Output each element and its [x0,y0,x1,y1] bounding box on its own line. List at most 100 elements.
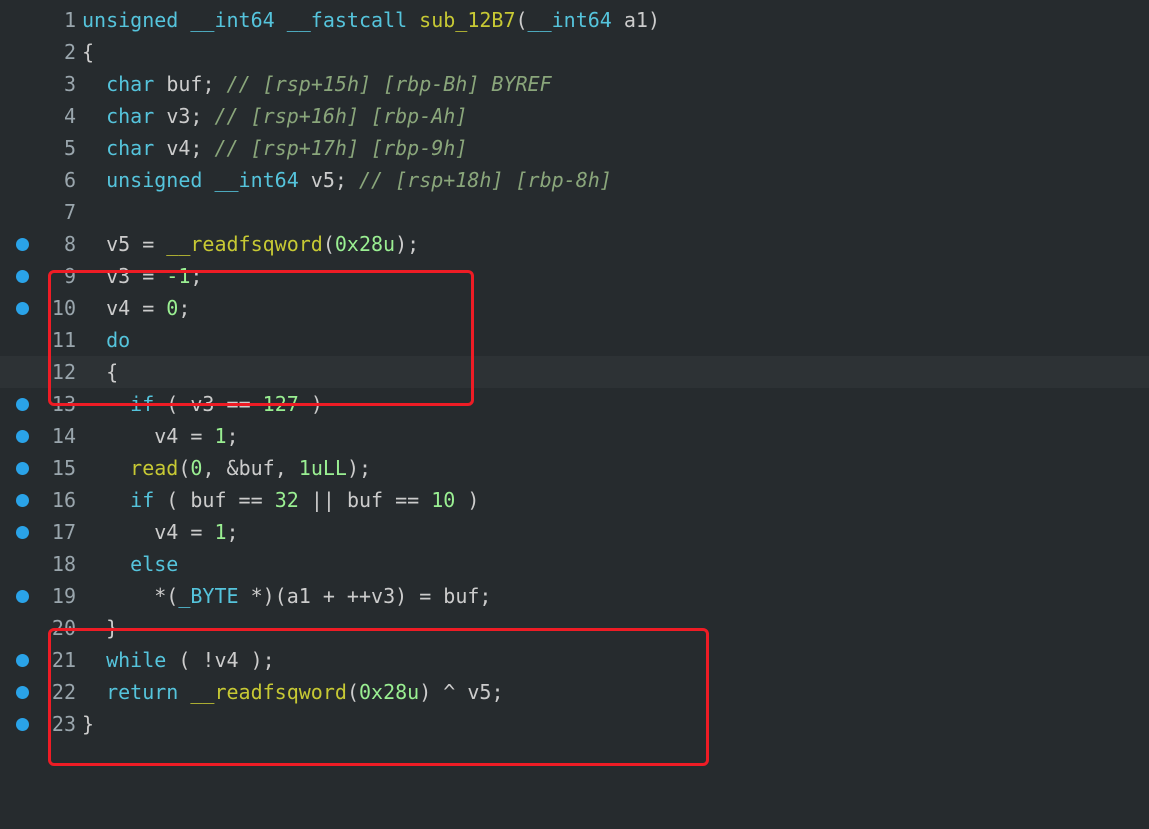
code-line-11[interactable]: 11 do [0,324,1149,356]
breakpoint-icon[interactable] [16,590,29,603]
breakpoint-gutter[interactable] [0,398,44,411]
token-op: ; [227,520,239,544]
code-line-21[interactable]: 21 while ( !v4 ); [0,644,1149,676]
token-num: 0x28u [335,232,395,256]
code-line-3[interactable]: 3 char buf; // [rsp+15h] [rbp-Bh] BYREF [0,68,1149,100]
code-text[interactable]: else [82,548,178,580]
breakpoint-icon[interactable] [16,526,29,539]
code-line-13[interactable]: 13 if ( v3 == 127 ) [0,388,1149,420]
token-fn: read [130,456,178,480]
breakpoint-gutter[interactable] [0,718,44,731]
breakpoint-icon[interactable] [16,718,29,731]
code-text[interactable]: v4 = 1; [82,516,239,548]
breakpoint-gutter[interactable] [0,590,44,603]
line-number: 11 [44,324,82,356]
code-text[interactable]: } [82,708,94,740]
token-op: ; [479,584,491,608]
breakpoint-gutter[interactable] [0,238,44,251]
code-line-18[interactable]: 18 else [0,548,1149,580]
token-num: 0 [166,296,178,320]
token-var: v5 [311,168,335,192]
breakpoint-icon[interactable] [16,686,29,699]
code-line-6[interactable]: 6 unsigned __int64 v5; // [rsp+18h] [rbp… [0,164,1149,196]
line-number: 13 [44,388,82,420]
code-text[interactable]: v5 = __readfsqword(0x28u); [82,228,419,260]
code-text[interactable]: v3 = -1; [82,260,202,292]
code-text[interactable]: char v4; // [rsp+17h] [rbp-9h] [82,132,467,164]
token-op: ; [491,680,503,704]
code-text[interactable]: char v3; // [rsp+16h] [rbp-Ah] [82,100,467,132]
token-op: , [275,456,299,480]
code-line-19[interactable]: 19 *(_BYTE *)(a1 + ++v3) = buf; [0,580,1149,612]
breakpoint-gutter[interactable] [0,302,44,315]
breakpoint-gutter[interactable] [0,462,44,475]
code-line-17[interactable]: 17 v4 = 1; [0,516,1149,548]
code-line-22[interactable]: 22 return __readfsqword(0x28u) ^ v5; [0,676,1149,708]
code-text[interactable]: v4 = 0; [82,292,190,324]
breakpoint-icon[interactable] [16,398,29,411]
code-line-1[interactable]: 1unsigned __int64 __fastcall sub_12B7(__… [0,4,1149,36]
code-line-4[interactable]: 4 char v3; // [rsp+16h] [rbp-Ah] [0,100,1149,132]
token-num: 0 [190,456,202,480]
code-line-20[interactable]: 20 } [0,612,1149,644]
code-text[interactable]: if ( v3 == 127 ) [82,388,323,420]
breakpoint-icon[interactable] [16,238,29,251]
token-var: *( [82,584,178,608]
code-text[interactable]: while ( !v4 ); [82,644,275,676]
code-text[interactable]: { [82,36,94,68]
code-line-7[interactable]: 7 [0,196,1149,228]
token-kw: else [130,552,178,576]
token-var: v3 = [82,264,166,288]
line-number: 20 [44,612,82,644]
token-var [82,616,106,640]
token-var: v5 = [82,232,166,256]
code-line-8[interactable]: 8 v5 = __readfsqword(0x28u); [0,228,1149,260]
breakpoint-icon[interactable] [16,494,29,507]
breakpoint-gutter[interactable] [0,494,44,507]
token-kw: char [106,136,166,160]
breakpoint-gutter[interactable] [0,430,44,443]
token-op: { [82,40,94,64]
code-text[interactable]: *(_BYTE *)(a1 + ++v3) = buf; [82,580,491,612]
code-line-5[interactable]: 5 char v4; // [rsp+17h] [rbp-9h] [0,132,1149,164]
code-line-12[interactable]: 12 { [0,356,1149,388]
code-text[interactable]: v4 = 1; [82,420,239,452]
token-var: v4 = [82,520,214,544]
token-op: || [299,488,347,512]
code-line-16[interactable]: 16 if ( buf == 32 || buf == 10 ) [0,484,1149,516]
token-kw: unsigned [82,8,190,32]
code-line-15[interactable]: 15 read(0, &buf, 1uLL); [0,452,1149,484]
token-kw: __fastcall [287,8,419,32]
token-var [82,168,106,192]
code-text[interactable]: char buf; // [rsp+15h] [rbp-Bh] BYREF [82,68,552,100]
code-line-23[interactable]: 23} [0,708,1149,740]
breakpoint-icon[interactable] [16,462,29,475]
breakpoint-gutter[interactable] [0,270,44,283]
token-kw: do [106,328,130,352]
breakpoint-gutter[interactable] [0,686,44,699]
breakpoint-gutter[interactable] [0,526,44,539]
token-op: == [227,488,275,512]
token-op: ( [178,456,190,480]
code-text[interactable]: if ( buf == 32 || buf == 10 ) [82,484,479,516]
code-line-14[interactable]: 14 v4 = 1; [0,420,1149,452]
code-line-2[interactable]: 2{ [0,36,1149,68]
token-var [82,328,106,352]
code-text[interactable]: unsigned __int64 __fastcall sub_12B7(__i… [82,4,660,36]
code-line-9[interactable]: 9 v3 = -1; [0,260,1149,292]
code-text[interactable]: read(0, &buf, 1uLL); [82,452,371,484]
breakpoint-icon[interactable] [16,430,29,443]
code-text[interactable]: return __readfsqword(0x28u) ^ v5; [82,676,504,708]
code-line-10[interactable]: 10 v4 = 0; [0,292,1149,324]
code-text[interactable]: } [82,612,118,644]
breakpoint-icon[interactable] [16,654,29,667]
breakpoint-icon[interactable] [16,270,29,283]
token-var [82,72,106,96]
breakpoint-icon[interactable] [16,302,29,315]
code-area[interactable]: 1unsigned __int64 __fastcall sub_12B7(__… [0,0,1149,740]
code-text[interactable]: do [82,324,130,356]
code-text[interactable]: { [82,356,118,388]
token-var: v4 [214,648,238,672]
code-text[interactable]: unsigned __int64 v5; // [rsp+18h] [rbp-8… [82,164,612,196]
breakpoint-gutter[interactable] [0,654,44,667]
